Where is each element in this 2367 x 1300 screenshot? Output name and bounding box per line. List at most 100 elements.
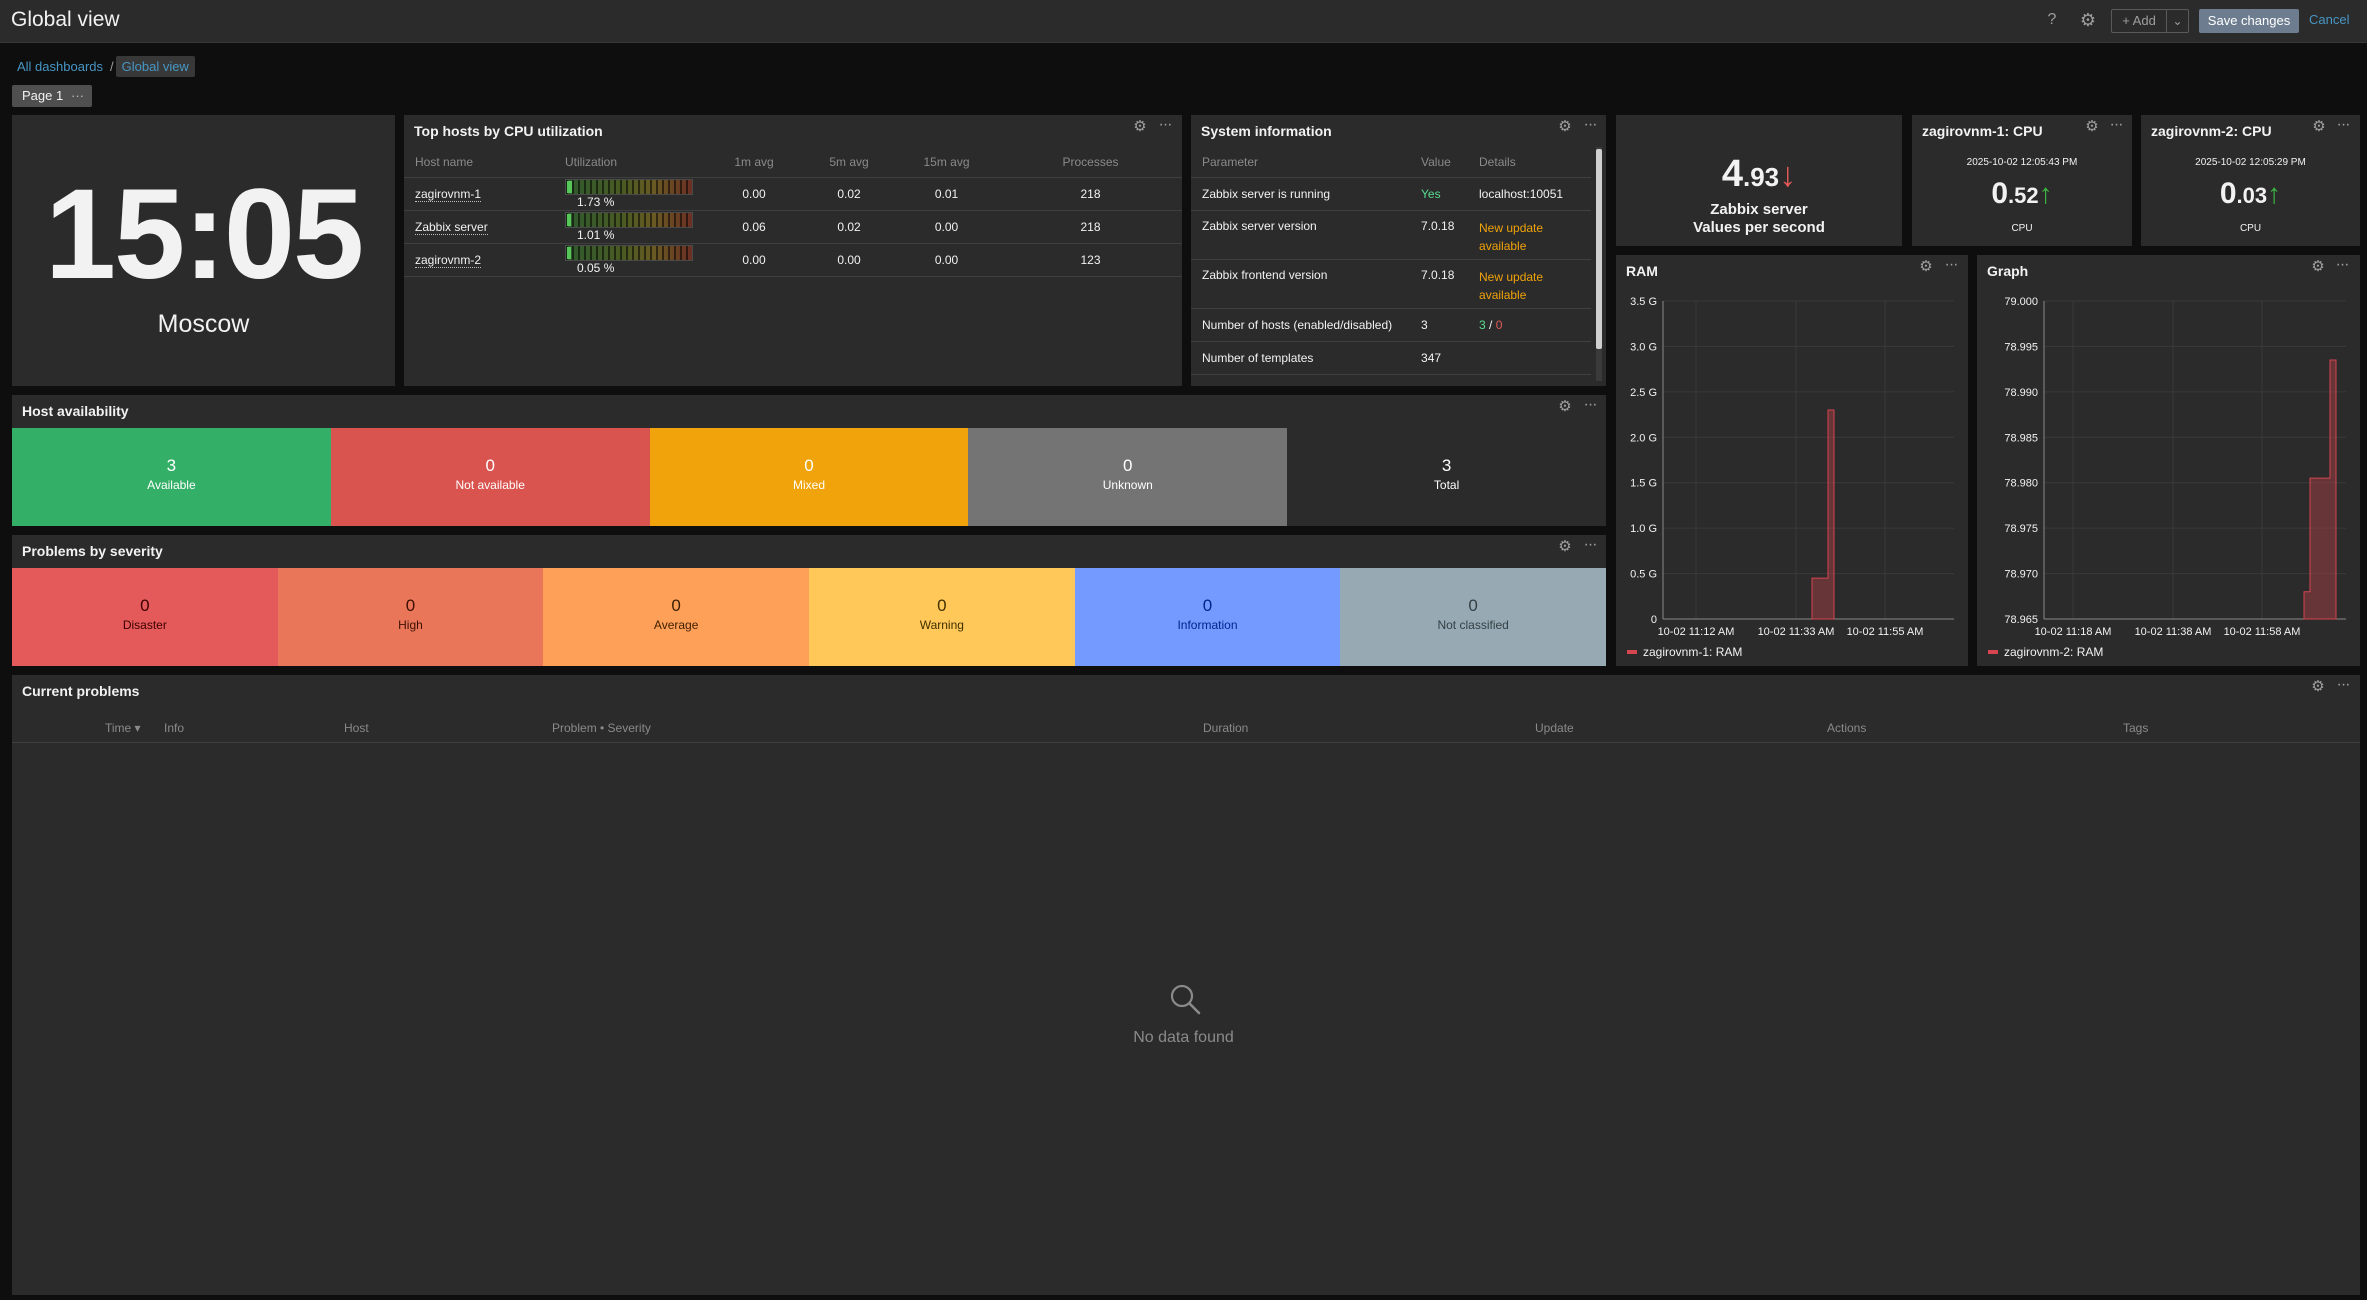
tile-count: 3 xyxy=(1441,456,1452,475)
severity-tile-average[interactable]: 0 Average xyxy=(543,568,809,666)
tab-page-1[interactable]: Page 1 ··· xyxy=(12,85,92,107)
value-decimal: .03 xyxy=(2236,183,2268,208)
widget-more-icon[interactable]: ··· xyxy=(2334,117,2352,133)
widget-settings-gear-icon[interactable]: ⚙ xyxy=(1557,399,1573,415)
details-text: localhost:10051 xyxy=(1479,186,1564,201)
tile-count: 0 xyxy=(671,596,681,615)
widget-settings-gear-icon[interactable]: ⚙ xyxy=(2311,119,2327,135)
widget-more-icon[interactable]: ··· xyxy=(1581,397,1599,413)
tab-more-icon[interactable]: ··· xyxy=(71,85,84,107)
widget-settings-gear-icon[interactable]: ⚙ xyxy=(1918,259,1934,275)
availability-tile-available[interactable]: 3 Available xyxy=(12,428,331,526)
column-header[interactable]: 1m avg xyxy=(704,147,804,178)
host-link[interactable]: Zabbix server xyxy=(415,219,488,235)
host-link[interactable]: zagirovnm-1 xyxy=(415,186,482,202)
details-cell xyxy=(1479,341,1591,375)
availability-tile-not-available[interactable]: 0 Not available xyxy=(330,428,650,526)
y-tick-label: 3.0 G xyxy=(1630,341,1657,353)
value-cell: 304 xyxy=(1421,374,1480,385)
tile-label: Disaster xyxy=(122,618,167,632)
column-header[interactable]: Host name xyxy=(404,147,565,178)
column-header-host[interactable]: Host xyxy=(344,721,369,735)
y-tick-label: 78.970 xyxy=(2004,569,2038,581)
value-decimal: .93 xyxy=(1742,162,1780,192)
processes-cell: 218 xyxy=(999,210,1182,244)
top-hosts-widget: Top hosts by CPU utilization ⚙ ··· Host … xyxy=(404,115,1182,386)
arrow-up-icon: ↑ xyxy=(2267,178,2282,209)
severity-tile-disaster[interactable]: 0 Disaster xyxy=(12,568,278,666)
ram-chart[interactable]: 0 0.5 G 1.0 G 1.5 G 2.0 G 2.5 G 3.0 G 3.5 G 10-0… xyxy=(1616,285,1968,665)
widget-title: Current problems xyxy=(22,683,140,699)
widget-more-icon[interactable]: ··· xyxy=(1156,117,1174,133)
widget-settings-gear-icon[interactable]: ⚙ xyxy=(2310,259,2326,275)
widget-more-icon[interactable]: ··· xyxy=(1942,257,1960,273)
widget-more-icon[interactable]: ··· xyxy=(1581,537,1599,553)
cancel-link[interactable]: Cancel xyxy=(2309,9,2349,33)
widget-settings-gear-icon[interactable]: ⚙ xyxy=(1132,119,1148,135)
utilization-value: 1.73 % xyxy=(577,194,615,209)
graph-chart[interactable]: 78.965 78.970 78.975 78.980 78.985 78.990 78.9… xyxy=(1977,285,2360,665)
details-not-supported: 14 xyxy=(1526,384,1539,386)
widget-header: Problems by severity ⚙ ··· xyxy=(12,535,1606,565)
breadcrumb-all-dashboards[interactable]: All dashboards xyxy=(12,57,108,76)
widget-title: Graph xyxy=(1987,263,2029,279)
widget-more-icon[interactable]: ··· xyxy=(2107,117,2125,133)
y-tick-label: 2.0 G xyxy=(1630,432,1657,444)
column-header[interactable]: 15m avg xyxy=(894,147,999,178)
widget-settings-gear-icon[interactable]: ⚙ xyxy=(1557,539,1573,555)
utilization-value: 0.05 % xyxy=(577,260,615,275)
severity-tile-warning[interactable]: 0 Warning xyxy=(809,568,1075,666)
save-changes-button[interactable]: Save changes xyxy=(2199,9,2299,33)
column-header[interactable]: Utilization xyxy=(565,147,704,178)
widget-more-icon[interactable]: ··· xyxy=(1581,117,1599,133)
item-timestamp: 2025-10-02 12:05:29 PM xyxy=(2195,157,2306,168)
widget-more-icon[interactable]: ··· xyxy=(2334,677,2352,693)
availability-tile-unknown[interactable]: 0 Unknown xyxy=(968,428,1288,526)
item-description: Zabbix server Values per second xyxy=(1616,201,1902,237)
parameter-cell: Number of items (enabled/disabled/not xyxy=(1191,374,1422,385)
processes-cell: 218 xyxy=(999,177,1182,211)
widget-more-icon[interactable]: ··· xyxy=(2333,257,2351,273)
add-widget-button[interactable]: + Add xyxy=(2111,9,2167,33)
parameter-cell: Zabbix frontend version xyxy=(1191,259,1422,309)
widget-settings-gear-icon[interactable]: ⚙ xyxy=(2084,119,2100,135)
problems-table-header: Time ▾ Info Host Problem • Severity Dura… xyxy=(12,713,2360,743)
item-value: 4.93↓ xyxy=(1616,153,1902,196)
tile-label: Mixed xyxy=(792,478,825,492)
table-row: Zabbix server 1.01 % 0.06 0.02 0.00 218 xyxy=(404,210,1182,244)
column-header[interactable]: 5m avg xyxy=(804,147,894,178)
page-title: Global view xyxy=(11,8,120,31)
breadcrumb-current[interactable]: Global view xyxy=(115,55,195,77)
system-info-scroll-area[interactable]: Parameter Value Details Zabbix server is… xyxy=(1191,145,1603,385)
system-info-table: Parameter Value Details Zabbix server is… xyxy=(1191,147,1591,385)
availability-tile-mixed[interactable]: 0 Mixed xyxy=(649,428,969,526)
widget-settings-gear-icon[interactable]: ⚙ xyxy=(1557,119,1573,135)
widget-title: RAM xyxy=(1626,263,1658,279)
dashboard-settings-gear-icon[interactable]: ⚙ xyxy=(2077,9,2099,31)
severity-tile-information[interactable]: 0 Information xyxy=(1074,568,1341,666)
widget-settings-gear-icon[interactable]: ⚙ xyxy=(2310,679,2326,695)
column-header-time[interactable]: Time ▾ xyxy=(105,721,141,735)
add-dropdown-chevron-icon[interactable]: ⌄ xyxy=(2167,9,2189,33)
severity-tile-not-classified[interactable]: 0 Not classified xyxy=(1340,568,1606,666)
host-availability-widget: Host availability ⚙ ··· 3 Available 0 Not a… xyxy=(12,395,1606,526)
legend-label: zagirovnm-1: RAM xyxy=(1643,645,1743,659)
severity-tile-high[interactable]: 0 High xyxy=(277,568,544,666)
widget-title: Host availability xyxy=(22,403,129,419)
scrollbar-thumb[interactable] xyxy=(1596,149,1602,349)
host-link[interactable]: zagirovnm-2 xyxy=(415,252,482,268)
column-header-problem[interactable]: Problem • Severity xyxy=(552,721,651,735)
utilization-value: 1.01 % xyxy=(577,227,615,242)
y-tick-label: 1.5 G xyxy=(1630,478,1657,490)
item-timestamp: 2025-10-02 12:05:43 PM xyxy=(1966,157,2078,168)
arrow-down-icon: ↓ xyxy=(1779,156,1797,194)
help-icon[interactable]: ? xyxy=(2041,9,2063,31)
widget-title: Problems by severity xyxy=(22,543,163,559)
cpu1-item-widget: zagirovnm-1: CPU ⚙ ··· 2025-10-02 12:05:… xyxy=(1912,115,2132,246)
column-header-tags: Tags xyxy=(2123,721,2149,735)
y-tick-label: 78.985 xyxy=(2004,432,2038,444)
column-header[interactable]: Processes xyxy=(999,147,1182,178)
availability-tile-total[interactable]: 3 Total xyxy=(1287,428,1606,526)
avg-5m-cell: 0.02 xyxy=(804,210,894,244)
value-cell: 3 xyxy=(1421,308,1480,342)
